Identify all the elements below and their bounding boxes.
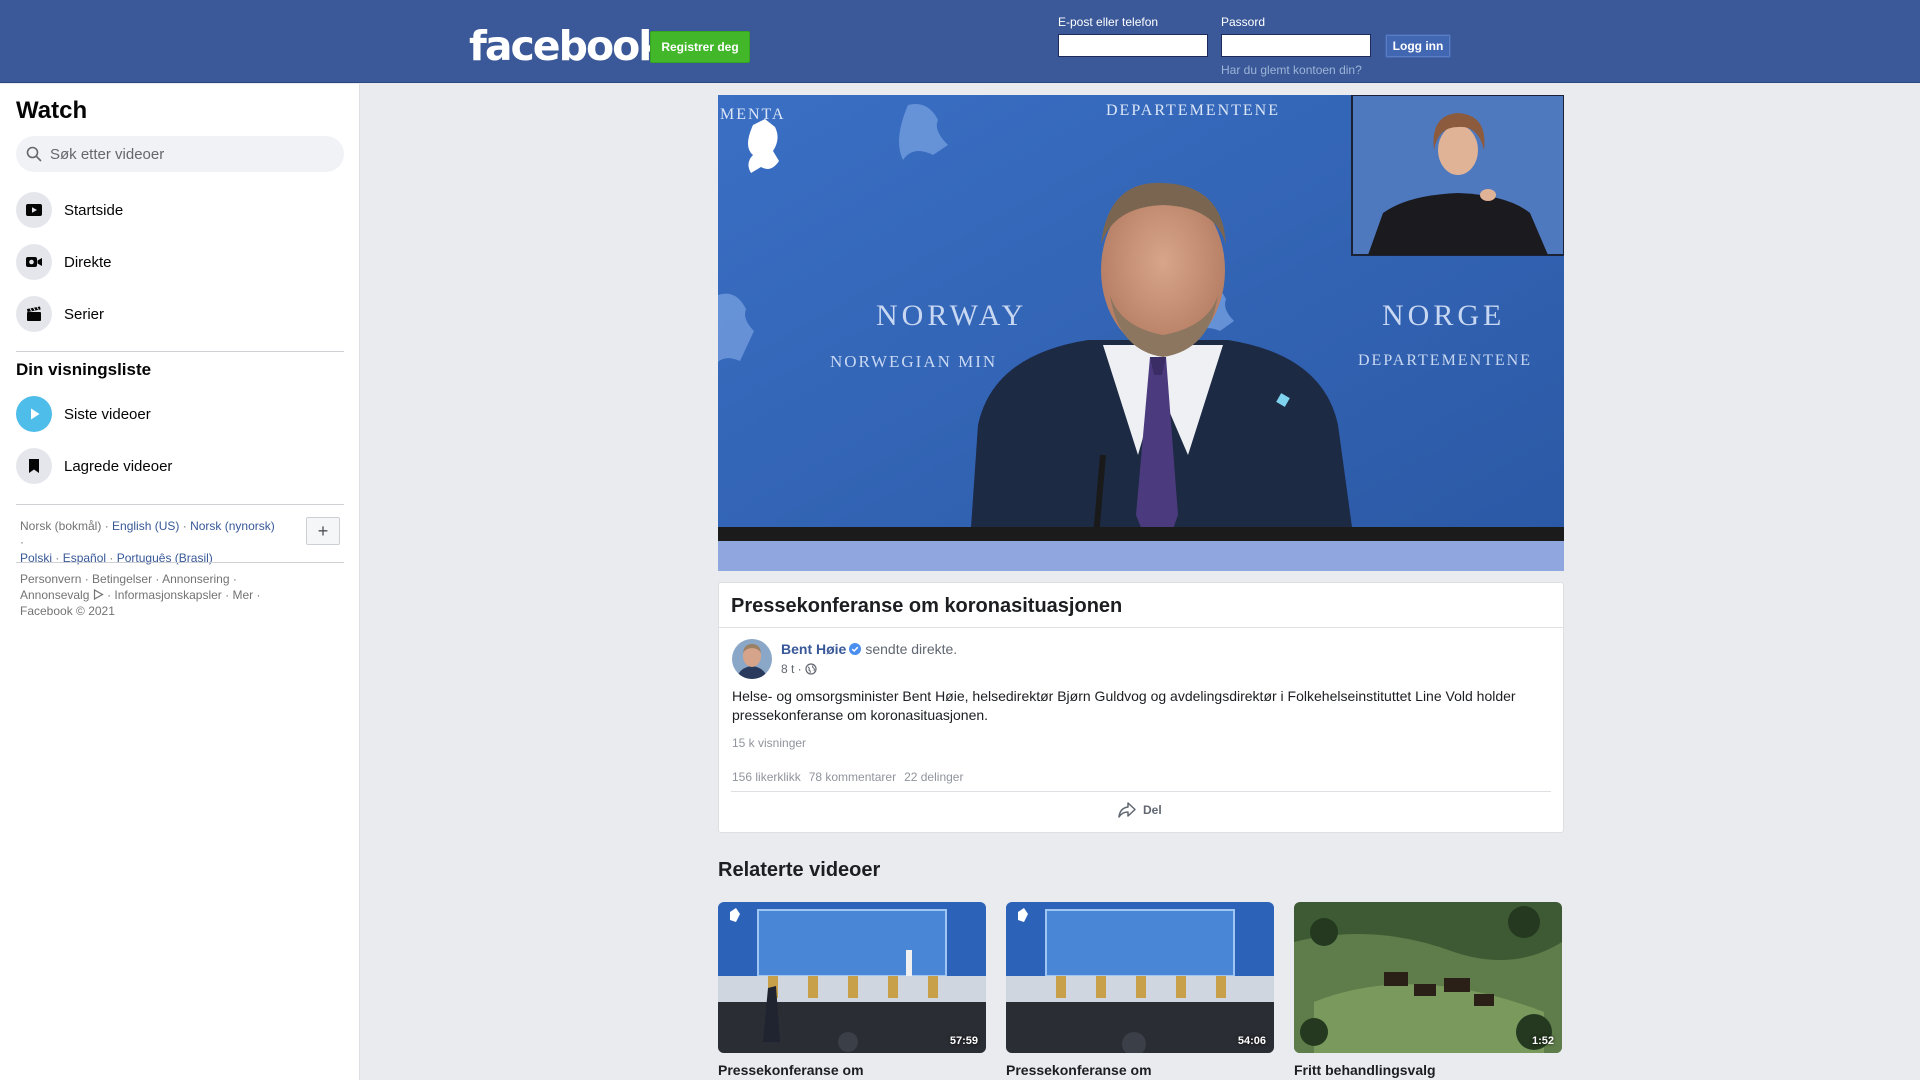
facebook-logo[interactable]: facebook — [469, 22, 666, 70]
play-square-icon — [16, 192, 52, 228]
post-card: Pressekonferanse om koronasituasjonen Be… — [718, 582, 1564, 833]
top-bar: facebook Registrer deg E-post eller tele… — [0, 0, 1920, 83]
ad-choices-icon — [93, 588, 104, 601]
interpreter-inset — [1351, 95, 1564, 256]
thumbnail-image — [1006, 902, 1274, 1053]
related-videos-title: Relaterte videoer — [718, 859, 881, 881]
thumbnail-image — [718, 902, 986, 1053]
sidebar-item-serier[interactable]: Serier — [16, 294, 344, 334]
add-language-button[interactable]: + — [306, 517, 340, 545]
email-field[interactable] — [1058, 34, 1208, 57]
footer-link[interactable]: Annonsering — [162, 572, 229, 586]
post-description: Helse- og omsorgsminister Bent Høie, hel… — [732, 688, 1516, 723]
engagement-stats: 156 likerklikk 78 kommentarer 22 delinge… — [732, 770, 963, 784]
language-link[interactable]: Norsk (nynorsk) — [190, 519, 275, 533]
comments-count[interactable]: 78 kommentarer — [809, 770, 896, 784]
backdrop-text: NORGE — [1382, 299, 1505, 332]
divider — [731, 791, 1551, 792]
forgot-account-link[interactable]: Har du glemt kontoen din? — [1221, 63, 1362, 77]
view-count: 15 k visninger — [732, 736, 807, 750]
author-name-link[interactable]: Bent Høie — [781, 641, 846, 657]
avatar-image — [732, 639, 772, 679]
clapperboard-icon — [16, 296, 52, 332]
sidebar-item-label: Direkte — [64, 253, 112, 271]
related-video-thumbnail[interactable]: 57:59 — [718, 902, 986, 1053]
divider — [16, 351, 344, 352]
backdrop-text: NORWAY — [876, 299, 1027, 332]
related-video-thumbnail[interactable]: 1:52 — [1294, 902, 1562, 1053]
video-frame: MENTA DEPARTEMENTENE NORWAY NORWEGIAN MI… — [718, 95, 1564, 571]
search-input[interactable]: Søk etter videoer — [16, 136, 344, 172]
share-label: Del — [1143, 803, 1162, 817]
copyright: Facebook © 2021 — [20, 604, 115, 618]
divider — [719, 627, 1563, 628]
related-video-thumbnail[interactable]: 54:06 — [1006, 902, 1274, 1053]
current-language: Norsk (bokmål) — [20, 519, 102, 533]
password-field[interactable] — [1221, 34, 1371, 57]
thumbnail-image — [1294, 902, 1562, 1053]
sidebar: Watch Søk etter videoer Startside Direkt… — [0, 84, 360, 1080]
watchlist-title: Din visningsliste — [16, 360, 152, 379]
video-player[interactable]: MENTA DEPARTEMENTENE NORWAY NORWEGIAN MI… — [718, 95, 1564, 571]
login-button[interactable]: Logg inn — [1385, 34, 1451, 58]
sidebar-item-lagrede-videoer[interactable]: Lagrede videoer — [16, 446, 344, 486]
live-camera-icon — [16, 244, 52, 280]
backdrop-text: DEPARTEMENTENE — [1358, 352, 1532, 369]
sidebar-item-label: Lagrede videoer — [64, 457, 173, 475]
share-button[interactable]: Del — [1117, 801, 1162, 819]
footer-link[interactable]: Mer — [232, 588, 253, 602]
related-video-title[interactable]: Pressekonferanse om — [1006, 1062, 1152, 1078]
related-video-title[interactable]: Pressekonferanse om — [718, 1062, 864, 1078]
post-action: sendte direkte. — [865, 641, 958, 657]
play-circle-icon — [16, 396, 52, 432]
backdrop-text: MENTA — [720, 106, 786, 123]
sidebar-item-direkte[interactable]: Direkte — [16, 242, 344, 282]
search-placeholder: Søk etter videoer — [50, 145, 165, 163]
post-timestamp[interactable]: 8 t · — [781, 662, 802, 676]
register-button[interactable]: Registrer deg — [650, 31, 750, 63]
footer-link[interactable]: Informasjonskapsler — [114, 588, 221, 602]
footer-links: Personvern · Betingelser · Annonsering ·… — [20, 572, 261, 618]
share-icon — [1118, 802, 1136, 818]
language-list: Norsk (bokmål) · English (US) · Norsk (n… — [20, 519, 275, 565]
video-duration: 57:59 — [949, 1035, 978, 1047]
footer-link[interactable]: Annonsevalg — [20, 588, 89, 602]
video-duration: 1:52 — [1531, 1035, 1554, 1047]
backdrop-text: NORWEGIAN MIN — [830, 352, 997, 371]
related-video-title[interactable]: Fritt behandlingsvalg — [1294, 1062, 1436, 1078]
sidebar-item-siste-videoer[interactable]: Siste videoer — [16, 394, 344, 434]
post-meta: 8 t · — [781, 662, 817, 676]
globe-icon — [805, 663, 817, 675]
likes-count[interactable]: 156 likerklikk — [732, 770, 801, 784]
sidebar-item-label: Siste videoer — [64, 405, 151, 423]
author-line: Bent Høie sendte direkte. — [781, 641, 957, 657]
divider — [16, 504, 344, 505]
email-label: E-post eller telefon — [1058, 15, 1159, 29]
avatar[interactable] — [732, 639, 772, 679]
bookmark-icon — [16, 448, 52, 484]
backdrop-text: DEPARTEMENTENE — [1106, 102, 1280, 119]
video-duration: 54:06 — [1237, 1035, 1266, 1047]
verified-badge-icon — [849, 643, 862, 655]
sidebar-item-label: Serier — [64, 305, 105, 323]
coat-of-arms-icon — [748, 119, 779, 173]
video-title: Pressekonferanse om koronasituasjonen — [731, 595, 1123, 617]
footer-link[interactable]: Betingelser — [92, 572, 152, 586]
language-link[interactable]: English (US) — [112, 519, 179, 533]
search-icon — [26, 146, 42, 162]
sidebar-item-label: Startside — [64, 201, 124, 219]
divider — [16, 562, 344, 563]
password-label: Passord — [1221, 15, 1266, 29]
shares-count[interactable]: 22 delinger — [904, 770, 963, 784]
page-title: Watch — [16, 97, 88, 124]
footer-link[interactable]: Personvern — [20, 572, 81, 586]
sidebar-item-startside[interactable]: Startside — [16, 190, 344, 230]
